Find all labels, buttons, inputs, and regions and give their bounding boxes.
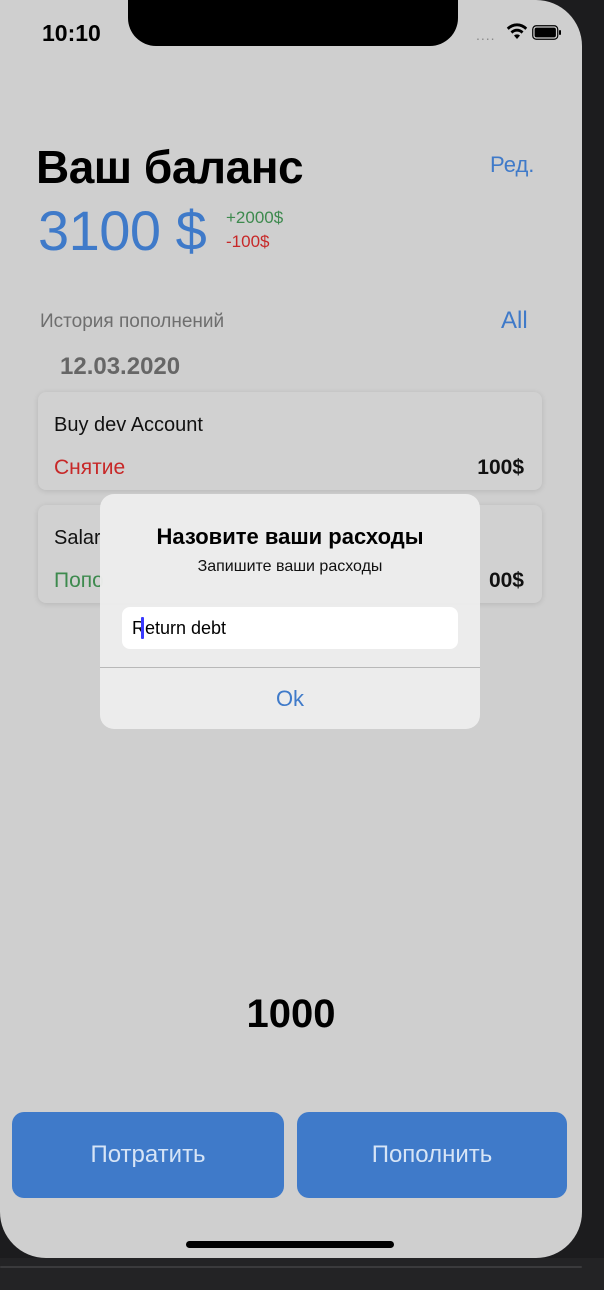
transaction-card[interactable]: Buy dev Account Снятие 100$ [38, 392, 542, 490]
signal-icon: .... [476, 27, 496, 43]
income-total: +2000$ [226, 208, 284, 227]
device-frame: 10:10 .... Ваш баланс Ред. 3100 $ +2000$… [0, 0, 604, 1290]
transaction-title: Buy dev Account [54, 414, 203, 436]
transaction-amount: 100$ [477, 456, 524, 479]
transaction-type: Попо [54, 569, 104, 592]
all-button[interactable]: All [501, 307, 528, 335]
device-bezel [0, 1258, 604, 1290]
page-title: Ваш баланс [36, 141, 304, 193]
expense-name-alert: Назовите ваши расходы Запишите ваши расх… [100, 494, 480, 729]
ok-button[interactable]: Ok [100, 668, 480, 729]
history-date: 12.03.2020 [60, 353, 181, 380]
expense-name-input[interactable]: Return debt [122, 607, 458, 649]
battery-icon [532, 25, 561, 40]
status-time: 10:10 [42, 20, 101, 46]
app-screen: 10:10 .... Ваш баланс Ред. 3100 $ +2000$… [0, 0, 582, 1258]
wifi-icon [506, 23, 528, 39]
spend-button[interactable]: Потратить [12, 1112, 284, 1198]
bezel-divider [0, 1266, 582, 1268]
expense-total: -100$ [226, 232, 270, 251]
alert-message: Запишите ваши расходы [197, 558, 383, 575]
balance-amount: 3100 $ [38, 199, 207, 262]
device-notch [128, 0, 458, 46]
transaction-title: Salar [54, 527, 101, 549]
alert-title: Назовите ваши расходы [156, 524, 424, 549]
amount-display: 1000 [246, 992, 336, 1036]
edit-button[interactable]: Ред. [490, 152, 534, 178]
transaction-amount: 00$ [488, 569, 524, 592]
home-indicator[interactable] [186, 1241, 394, 1248]
topup-button[interactable]: Пополнить [297, 1112, 567, 1198]
text-caret [141, 617, 144, 639]
expense-name-value: Return debt [132, 617, 227, 638]
status-icons: .... [476, 22, 566, 44]
transaction-type: Снятие [54, 456, 126, 479]
history-label: История пополнений [40, 311, 225, 332]
